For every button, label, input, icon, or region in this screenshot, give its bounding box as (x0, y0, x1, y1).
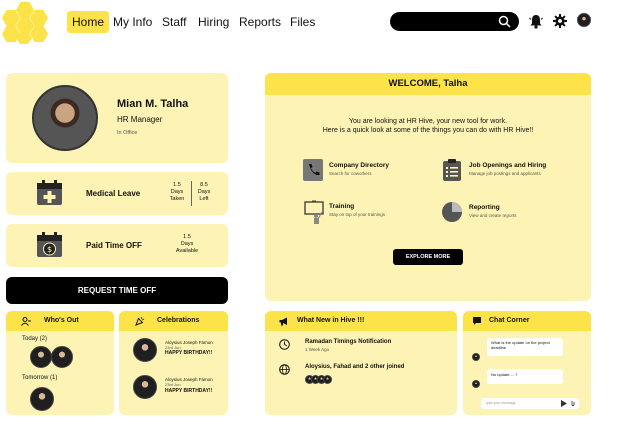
profile-status: In Office (117, 130, 138, 136)
medical-leave-label: Medical Leave (86, 189, 141, 198)
feature-training-title: Training (329, 203, 355, 210)
chat-input[interactable]: type your message (481, 398, 579, 409)
celebrations-title: Celebrations (157, 317, 200, 324)
medical-taken-value: 1.5 (173, 182, 181, 188)
profile-name: Mian M. Talha (117, 98, 189, 110)
tomorrow-label: Tomorrow (1) (22, 375, 58, 381)
hive-logo[interactable] (2, 2, 48, 44)
whats-new-item-2-title[interactable]: Aloysius, Fahad and 2 other joined (305, 364, 404, 370)
feature-job-openings[interactable]: Job Openings and Hiring Manage job posti… (443, 159, 583, 183)
request-time-off-button[interactable]: REQUEST TIME OFF (6, 277, 228, 304)
search-icon[interactable] (498, 15, 511, 28)
out-today-avatar-2[interactable] (51, 346, 73, 368)
feature-company-directory-title: Company Directory (329, 162, 389, 169)
celebrations-header: Celebrations (119, 311, 228, 331)
chat-input-placeholder: type your message (486, 401, 516, 405)
pto-card[interactable]: $ Paid Time OFF 1.5 Days Available (6, 224, 228, 267)
celebration-date-2: 23rd Jun (165, 382, 181, 387)
celebrations-card: Celebrations Aloysius Joseph Famon 23rd … (119, 311, 228, 415)
bell-icon[interactable] (529, 14, 543, 29)
medical-left: 8.5 Days Left (192, 182, 216, 203)
medical-left-value: 8.5 (200, 182, 208, 188)
pie-chart-icon (442, 202, 462, 222)
celebration-avatar-1[interactable] (133, 338, 157, 362)
search-input[interactable] (390, 12, 519, 31)
medical-leave-card[interactable]: Medical Leave 1.5 Days Taken 8.5 Days Le… (6, 172, 228, 215)
medical-taken-unit: Days (170, 189, 184, 195)
chat-message-1: What is the update on the project deadli… (487, 338, 563, 356)
feature-training[interactable]: Training Stay on top of your trainings (303, 200, 423, 224)
profile-title: HR Manager (117, 115, 163, 124)
pto-caption: Available (175, 248, 199, 254)
chat-bubble-icon (473, 317, 481, 325)
phone-icon (303, 159, 323, 181)
medical-left-unit: Days (197, 189, 211, 195)
profile-avatar (32, 85, 98, 151)
out-today-avatar-1[interactable] (30, 346, 52, 368)
welcome-title: WELCOME, Talha (265, 73, 591, 95)
medical-left-caption: Left (199, 196, 209, 202)
chat-avatar-2 (472, 380, 480, 388)
feature-training-desc: Stay on top of your trainings (329, 212, 386, 217)
whats-new-header: What New in Hive !!! (265, 311, 457, 331)
pto-available: 1.5 Days Available (174, 234, 200, 255)
nav-staff[interactable]: Staff (157, 11, 191, 33)
feature-company-directory-desc: Search for coworkers (329, 171, 372, 176)
whos-out-title: Who's Out (44, 317, 79, 324)
calendar-money-icon: $ (37, 232, 62, 257)
chat-header: Chat Corner (463, 311, 591, 331)
feature-job-openings-title: Job Openings and Hiring (469, 162, 547, 169)
chat-avatar-1 (472, 353, 480, 361)
nav-reports[interactable]: Reports (234, 11, 286, 33)
feature-reporting-desc: View and create reports (469, 213, 517, 218)
chat-message-2: No update.... ? (487, 369, 563, 384)
clipboard-icon (443, 159, 461, 181)
celebration-message-2: HAPPY BIRTHDAY!! (165, 388, 213, 394)
nav-hiring[interactable]: Hiring (193, 11, 234, 33)
whos-out-header: Who's Out (6, 311, 114, 331)
medical-taken-caption: Taken (169, 196, 185, 202)
nav-home[interactable]: Home (67, 11, 110, 33)
explore-more-button[interactable]: EXPLORE MORE (393, 249, 463, 265)
whats-new-card: What New in Hive !!! Ramadan Timings Not… (265, 311, 457, 415)
pto-label: Paid Time OFF (86, 241, 142, 250)
medical-taken: 1.5 Days Taken (164, 182, 190, 203)
nav-files[interactable]: Files (285, 11, 320, 33)
chat-corner-card: Chat Corner What is the update on the pr… (463, 311, 591, 415)
feature-job-openings-desc: Manage job postings and applicants (469, 171, 541, 176)
megaphone-icon (279, 317, 287, 326)
welcome-card: WELCOME, Talha You are looking at HR Hiv… (265, 73, 591, 301)
whats-new-title: What New in Hive !!! (297, 317, 365, 324)
joined-avatar-4 (323, 375, 332, 384)
chat-title: Chat Corner (489, 317, 530, 324)
svg-text:$: $ (47, 245, 52, 254)
calendar-medical-icon (37, 180, 62, 205)
feature-reporting[interactable]: Reporting View and create reports (441, 201, 581, 225)
nav-my-info[interactable]: My Info (108, 11, 157, 33)
user-out-icon (21, 317, 31, 326)
gear-icon[interactable] (553, 14, 567, 28)
out-tomorrow-avatar[interactable] (30, 387, 54, 411)
whats-new-item-1-time: 1 Week Ago (305, 347, 330, 352)
logo-hex (30, 10, 48, 26)
pto-unit: Days (180, 241, 194, 247)
globe-icon (279, 364, 290, 375)
pto-value: 1.5 (183, 234, 191, 240)
feature-reporting-title: Reporting (469, 204, 500, 211)
send-icon[interactable] (561, 400, 567, 407)
party-popper-icon (135, 316, 145, 326)
user-avatar[interactable] (577, 13, 591, 27)
profile-card: Mian M. Talha HR Manager In Office (6, 73, 228, 163)
attachment-icon[interactable] (570, 400, 576, 407)
welcome-line-2: Here is a quick look at some of the thin… (322, 127, 534, 134)
today-label: Today (2) (22, 336, 48, 342)
feature-company-directory[interactable]: Company Directory Search for coworkers (303, 159, 423, 183)
celebration-message-1: HAPPY BIRTHDAY!! (165, 350, 213, 356)
celebration-avatar-2[interactable] (133, 375, 157, 399)
training-board-icon (304, 200, 324, 224)
welcome-line-1: You are looking at HR Hive, your new too… (348, 118, 508, 125)
whats-new-item-1-title[interactable]: Ramadan Timings Notification (305, 339, 391, 345)
clock-icon (279, 339, 290, 350)
whos-out-card: Who's Out Today (2) Tomorrow (1) (6, 311, 114, 415)
